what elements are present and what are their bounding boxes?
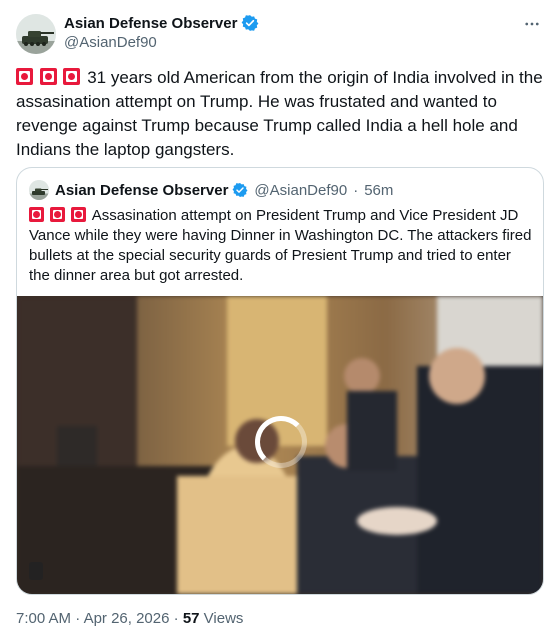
post-date[interactable]: Apr 26, 2026 xyxy=(84,610,170,627)
siren-icon xyxy=(39,68,57,85)
post-time[interactable]: 7:00 AM xyxy=(16,610,71,627)
views-label: Views xyxy=(203,610,244,627)
author-name[interactable]: Asian Defense Observer xyxy=(64,15,237,32)
tweet-text: 31 years old American from the origin of… xyxy=(16,66,544,162)
tweet-body: 31 years old American from the origin of… xyxy=(16,68,543,159)
footer-separator: · xyxy=(75,610,81,627)
tweet-footer: 7:00 AM · Apr 26, 2026 · 57 Views xyxy=(16,610,243,627)
verified-badge-icon[interactable] xyxy=(241,14,259,32)
siren-icon xyxy=(16,68,33,85)
siren-icon xyxy=(71,207,87,222)
verified-badge-icon xyxy=(232,182,248,198)
siren-icon xyxy=(29,207,44,222)
video-player[interactable] xyxy=(17,296,543,594)
quoted-tweet[interactable]: Asian Defense Observer @AsianDef90 · 56m… xyxy=(16,167,544,595)
quoted-separator: · xyxy=(353,181,359,199)
siren-icon xyxy=(63,68,81,85)
author-handle[interactable]: @AsianDef90 xyxy=(64,34,157,51)
quoted-avatar xyxy=(29,180,49,200)
quoted-header: Asian Defense Observer @AsianDef90 · 56m xyxy=(29,180,393,200)
quoted-author-name: Asian Defense Observer xyxy=(55,181,229,199)
quoted-time: 56m xyxy=(364,181,394,199)
quoted-body: Assasination attempt on President Trump … xyxy=(29,207,532,284)
quoted-handle: @AsianDef90 xyxy=(254,181,348,199)
author-avatar[interactable] xyxy=(16,14,56,54)
video-badge-icon xyxy=(29,562,43,580)
author-name-row: Asian Defense Observer xyxy=(64,14,259,32)
footer-separator: · xyxy=(173,610,179,627)
quoted-text: Assasination attempt on President Trump … xyxy=(29,206,533,286)
siren-icon xyxy=(50,207,66,222)
tank-icon xyxy=(29,180,49,200)
tank-icon xyxy=(16,14,56,54)
more-horizontal-icon[interactable] xyxy=(520,14,544,34)
loading-spinner-icon xyxy=(255,416,307,468)
views-count: 57 xyxy=(182,610,200,627)
